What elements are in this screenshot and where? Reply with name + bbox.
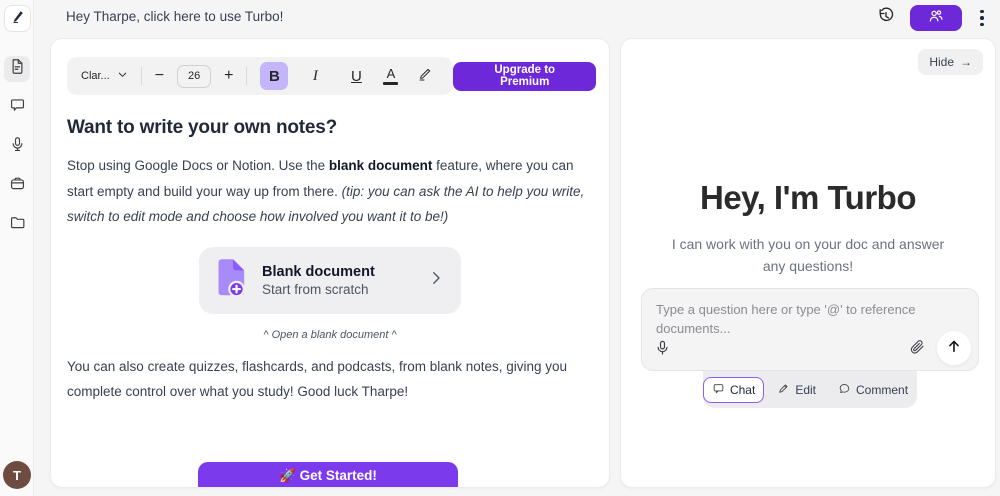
italic-button[interactable]: I bbox=[301, 62, 329, 90]
tab-comment[interactable]: Comment bbox=[829, 377, 917, 403]
document-body[interactable]: Want to write your own notes? Stop using… bbox=[64, 111, 596, 405]
doc-heading: Want to write your own notes? bbox=[67, 117, 593, 139]
assistant-panel: Hide → Hey, I'm Turbo I can work with yo… bbox=[620, 38, 996, 488]
kebab-menu-icon bbox=[980, 10, 984, 27]
sidebar-item-chat[interactable] bbox=[4, 95, 30, 121]
blank-document-card[interactable]: Blank document Start from scratch bbox=[199, 247, 461, 314]
formatting-toolbar: Clar... − + B I U A bbox=[67, 57, 453, 95]
sidebar-item-folders[interactable] bbox=[4, 212, 30, 238]
more-menu-button[interactable] bbox=[972, 10, 992, 27]
hide-panel-button[interactable]: Hide → bbox=[918, 49, 983, 75]
folder-icon bbox=[8, 213, 27, 237]
app-window: T Hey Tharpe, click here to use Turbo! C… bbox=[0, 0, 1000, 496]
font-size-decrease-button[interactable]: − bbox=[155, 68, 164, 84]
doc-paragraph-1: Stop using Google Docs or Notion. Use th… bbox=[67, 153, 593, 230]
assistant-subtitle: I can work with you on your doc and answ… bbox=[659, 233, 957, 277]
card-deck-icon bbox=[8, 174, 27, 198]
blank-card-title: Blank document bbox=[262, 264, 375, 280]
history-button[interactable] bbox=[872, 4, 900, 32]
doc-paragraph-2: You can also create quizzes, flashcards,… bbox=[67, 354, 593, 405]
app-logo[interactable] bbox=[4, 5, 31, 32]
document-icon bbox=[8, 57, 27, 81]
attach-file-button[interactable] bbox=[908, 338, 926, 361]
font-size-increase-button[interactable]: + bbox=[224, 68, 233, 84]
text-color-swatch bbox=[383, 82, 398, 85]
assistant-mode-tabs: Chat Edit Comment bbox=[703, 371, 917, 408]
comment-bubble-icon bbox=[838, 382, 851, 398]
chat-square-icon bbox=[712, 382, 725, 398]
chevron-right-icon bbox=[427, 269, 445, 292]
chat-input[interactable]: Type a question here or type '@' to refe… bbox=[641, 288, 979, 371]
highlighter-pen-icon bbox=[417, 66, 433, 86]
text-color-button[interactable]: A bbox=[383, 67, 398, 85]
assistant-title: Hey, I'm Turbo bbox=[621, 179, 995, 217]
blank-card-caption: ^ Open a blank document ^ bbox=[67, 329, 593, 341]
turbo-greeting-link[interactable]: Hey Tharpe, click here to use Turbo! bbox=[66, 9, 283, 24]
font-family-value: Clar... bbox=[81, 70, 110, 82]
font-family-dropdown[interactable]: Clar... bbox=[81, 69, 128, 83]
upgrade-premium-button[interactable]: Upgrade to Premium bbox=[453, 62, 596, 91]
chat-bubble-icon bbox=[8, 96, 27, 120]
mic-button[interactable] bbox=[653, 339, 672, 363]
chat-input-placeholder: Type a question here or type '@' to refe… bbox=[642, 289, 942, 338]
pen-logo-icon bbox=[9, 8, 26, 30]
people-icon bbox=[927, 7, 945, 30]
pencil-icon bbox=[777, 382, 790, 398]
arrow-right-icon: → bbox=[960, 55, 972, 69]
chevron-down-icon bbox=[117, 69, 128, 83]
share-people-button[interactable] bbox=[910, 5, 962, 31]
toolbar-divider bbox=[141, 67, 142, 85]
toolbar-divider bbox=[246, 67, 247, 85]
underline-button[interactable]: U bbox=[342, 62, 370, 90]
microphone-icon bbox=[8, 135, 27, 159]
user-avatar[interactable]: T bbox=[3, 461, 31, 489]
tab-chat[interactable]: Chat bbox=[703, 377, 764, 403]
font-size-input[interactable] bbox=[177, 65, 211, 88]
bold-button[interactable]: B bbox=[260, 62, 288, 90]
editor-panel: Clar... − + B I U A Upgrade to P bbox=[50, 38, 610, 488]
microphone-icon bbox=[653, 345, 672, 362]
blank-card-subtitle: Start from scratch bbox=[262, 282, 375, 297]
editor-toolbar-row: Clar... − + B I U A Upgrade to P bbox=[67, 57, 596, 95]
arrow-up-icon bbox=[945, 337, 963, 360]
tab-edit[interactable]: Edit bbox=[768, 377, 825, 403]
send-button[interactable] bbox=[936, 330, 972, 366]
new-document-icon bbox=[213, 257, 249, 304]
highlighter-button[interactable] bbox=[411, 62, 439, 90]
history-icon bbox=[876, 6, 896, 31]
get-started-button[interactable]: 🚀 Get Started! bbox=[198, 462, 458, 488]
sidebar-item-flashcards[interactable] bbox=[4, 173, 30, 199]
paperclip-icon bbox=[908, 343, 926, 360]
sidebar-item-documents[interactable] bbox=[4, 56, 30, 82]
left-sidebar: T bbox=[0, 0, 34, 496]
sidebar-item-voice[interactable] bbox=[4, 134, 30, 160]
topbar-actions bbox=[872, 4, 992, 32]
